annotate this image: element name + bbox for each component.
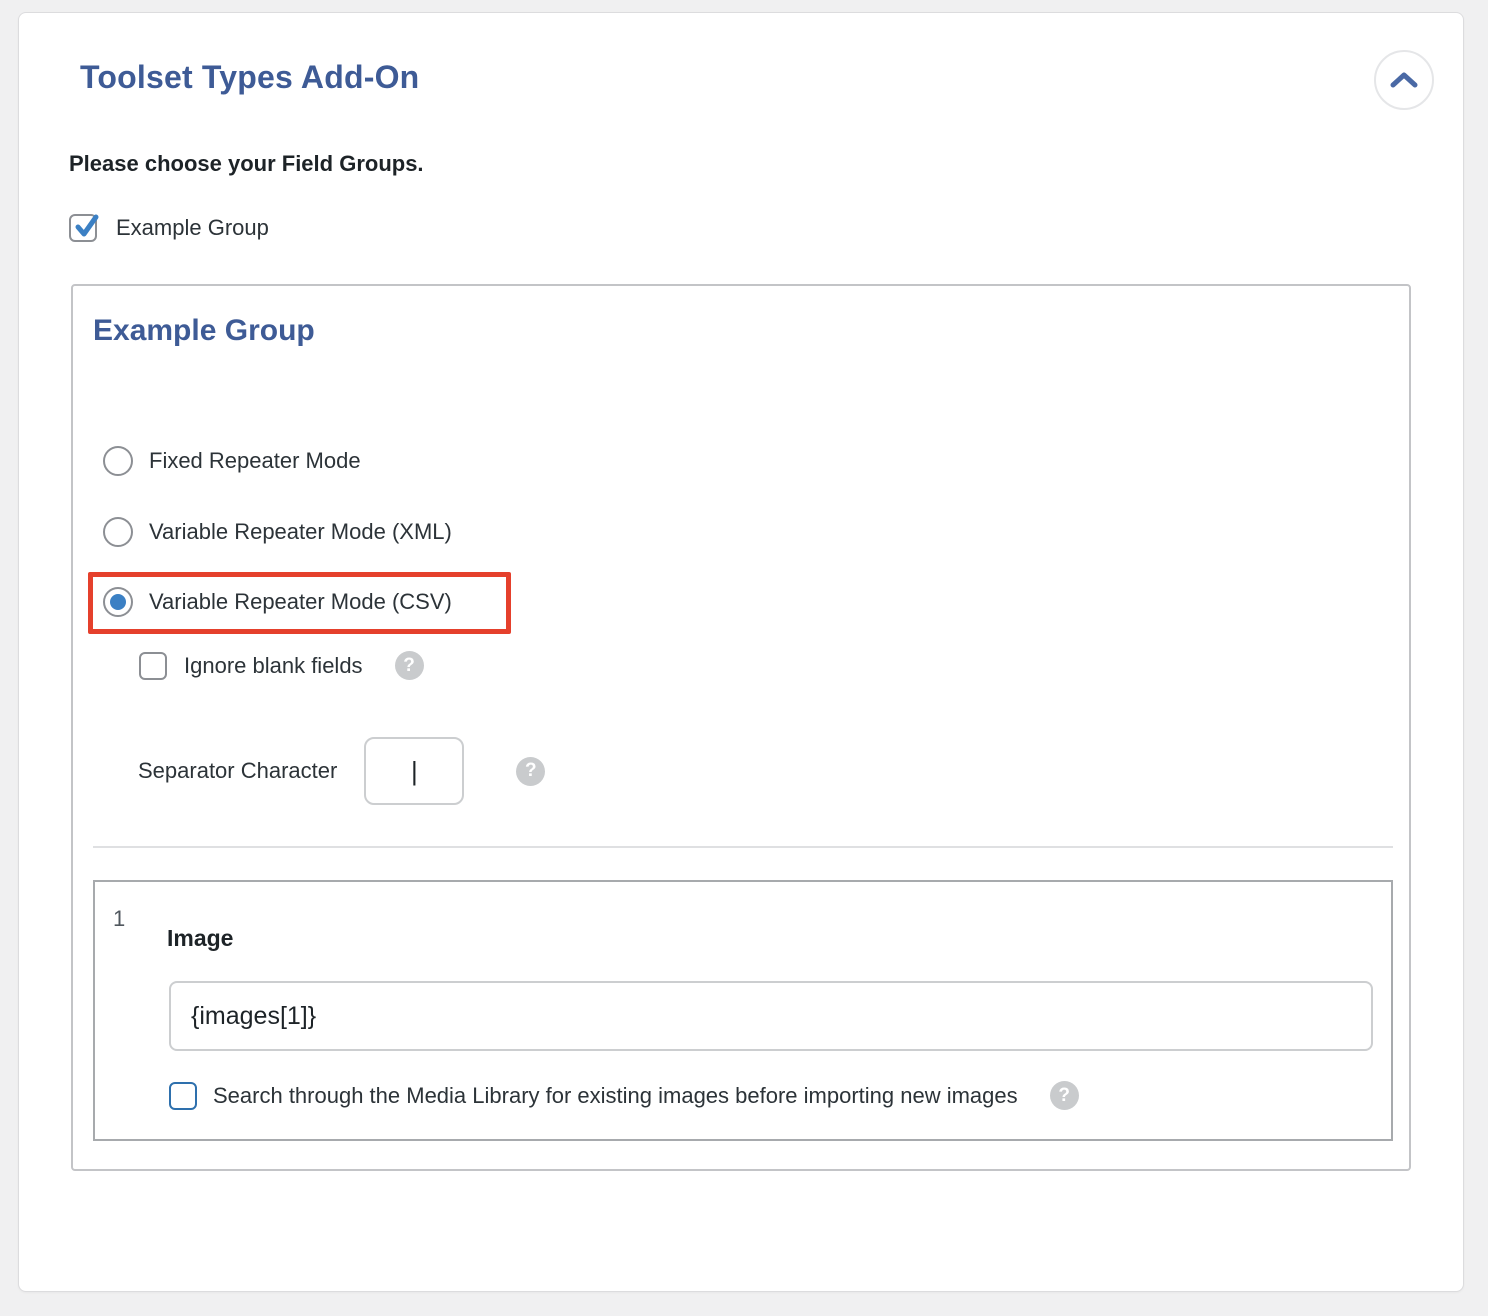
example-group-checkbox-label[interactable]: Example Group	[116, 215, 269, 241]
example-group-checkbox[interactable]	[69, 214, 97, 242]
mode-row-variable-xml: Variable Repeater Mode (XML)	[103, 517, 452, 547]
field-groups-prompt: Please choose your Field Groups.	[69, 151, 424, 177]
group-heading: Example Group	[93, 314, 315, 348]
repeater-item-box: 1 Image Search through the Media Library…	[93, 880, 1393, 1141]
variable-csv-label[interactable]: Variable Repeater Mode (CSV)	[149, 589, 452, 615]
media-library-search-label[interactable]: Search through the Media Library for exi…	[213, 1083, 1018, 1109]
collapse-button[interactable]	[1374, 50, 1434, 110]
mode-row-variable-csv: Variable Repeater Mode (CSV)	[103, 587, 452, 617]
checkmark-icon	[72, 212, 102, 242]
image-field-input[interactable]	[169, 981, 1373, 1051]
mode-row-fixed-repeater: Fixed Repeater Mode	[103, 446, 361, 476]
field-group-option-row: Example Group	[69, 214, 269, 242]
panel-title: Toolset Types Add-On	[80, 59, 419, 96]
example-group-box: Example Group Fixed Repeater Mode Variab…	[71, 284, 1411, 1171]
separator-character-help-icon[interactable]: ?	[516, 757, 545, 786]
variable-xml-label[interactable]: Variable Repeater Mode (XML)	[149, 519, 452, 545]
fixed-repeater-label[interactable]: Fixed Repeater Mode	[149, 448, 361, 474]
toolset-addon-panel: Toolset Types Add-On Please choose your …	[18, 12, 1464, 1292]
section-divider	[93, 846, 1393, 848]
repeater-item-index: 1	[113, 906, 125, 932]
variable-xml-radio[interactable]	[103, 517, 133, 547]
separator-character-row: Separator Character ?	[138, 737, 545, 805]
ignore-blank-fields-label[interactable]: Ignore blank fields	[184, 653, 363, 679]
chevron-up-icon	[1389, 71, 1419, 89]
media-library-search-checkbox[interactable]	[169, 1082, 197, 1110]
ignore-blank-fields-row: Ignore blank fields ?	[139, 651, 424, 680]
media-library-search-row: Search through the Media Library for exi…	[169, 1081, 1079, 1110]
variable-csv-radio[interactable]	[103, 587, 133, 617]
ignore-blank-help-icon[interactable]: ?	[395, 651, 424, 680]
ignore-blank-fields-checkbox[interactable]	[139, 652, 167, 680]
media-library-search-help-icon[interactable]: ?	[1050, 1081, 1079, 1110]
separator-character-input[interactable]	[364, 737, 464, 805]
separator-character-label: Separator Character	[138, 758, 337, 784]
fixed-repeater-radio[interactable]	[103, 446, 133, 476]
image-field-label: Image	[167, 925, 233, 952]
